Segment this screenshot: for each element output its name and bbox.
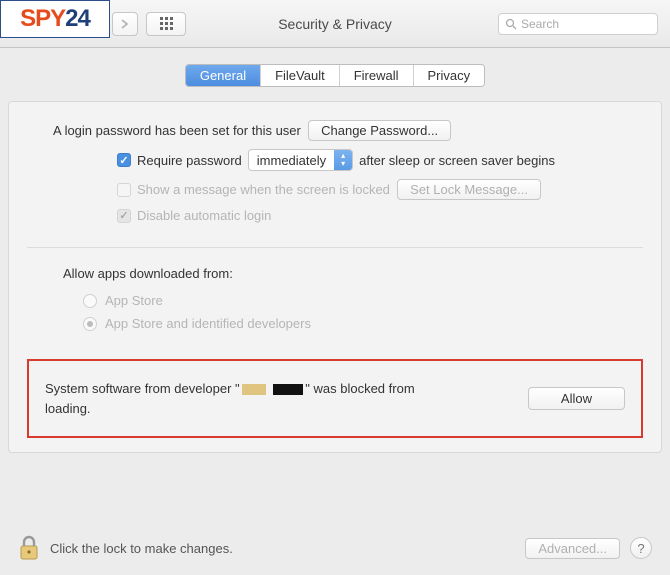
require-password-delay-value: immediately xyxy=(249,153,334,168)
general-pane: A login password has been set for this u… xyxy=(8,101,662,453)
tab-firewall[interactable]: Firewall xyxy=(340,65,414,86)
redacted-developer-name xyxy=(273,384,303,395)
select-stepper-icon xyxy=(334,150,352,170)
radio-identified-developers xyxy=(83,317,97,331)
chevron-right-icon xyxy=(121,19,129,29)
spy24-logo: SPY24 xyxy=(0,0,110,38)
require-password-delay-select[interactable]: immediately xyxy=(248,149,353,171)
search-input[interactable]: Search xyxy=(498,13,658,35)
after-sleep-text: after sleep or screen saver begins xyxy=(359,153,555,168)
show-message-label: Show a message when the screen is locked xyxy=(137,182,390,197)
lock-hint-text: Click the lock to make changes. xyxy=(50,541,233,556)
require-password-checkbox[interactable] xyxy=(117,153,131,167)
tab-general[interactable]: General xyxy=(186,65,261,86)
show-all-button[interactable] xyxy=(146,12,186,36)
disable-auto-login-label: Disable automatic login xyxy=(137,208,271,223)
apps-grid-icon xyxy=(160,17,173,30)
require-password-label: Require password xyxy=(137,153,242,168)
tab-privacy[interactable]: Privacy xyxy=(414,65,485,86)
blocked-software-notice: System software from developer " " was b… xyxy=(27,359,643,438)
disable-auto-login-checkbox xyxy=(117,209,131,223)
blocked-software-text: System software from developer " " was b… xyxy=(45,379,425,418)
tab-filevault[interactable]: FileVault xyxy=(261,65,340,86)
allow-button[interactable]: Allow xyxy=(528,387,625,410)
radio-app-store-label: App Store xyxy=(105,293,163,308)
radio-identified-developers-label: App Store and identified developers xyxy=(105,316,311,331)
radio-app-store xyxy=(83,294,97,308)
help-button[interactable]: ? xyxy=(630,537,652,559)
window-footer: Click the lock to make changes. Advanced… xyxy=(0,521,670,575)
set-lock-message-button: Set Lock Message... xyxy=(397,179,541,200)
search-icon xyxy=(505,18,517,30)
login-password-set-text: A login password has been set for this u… xyxy=(53,123,301,138)
tab-bar: General FileVault Firewall Privacy xyxy=(0,64,670,87)
divider xyxy=(27,247,643,248)
search-placeholder: Search xyxy=(521,17,559,31)
advanced-button: Advanced... xyxy=(525,538,620,559)
redacted-developer-name xyxy=(242,384,266,395)
allow-apps-title: Allow apps downloaded from: xyxy=(27,266,643,281)
show-message-checkbox xyxy=(117,183,131,197)
change-password-button[interactable]: Change Password... xyxy=(308,120,451,141)
lock-icon[interactable] xyxy=(18,535,40,561)
forward-button[interactable] xyxy=(112,12,138,36)
